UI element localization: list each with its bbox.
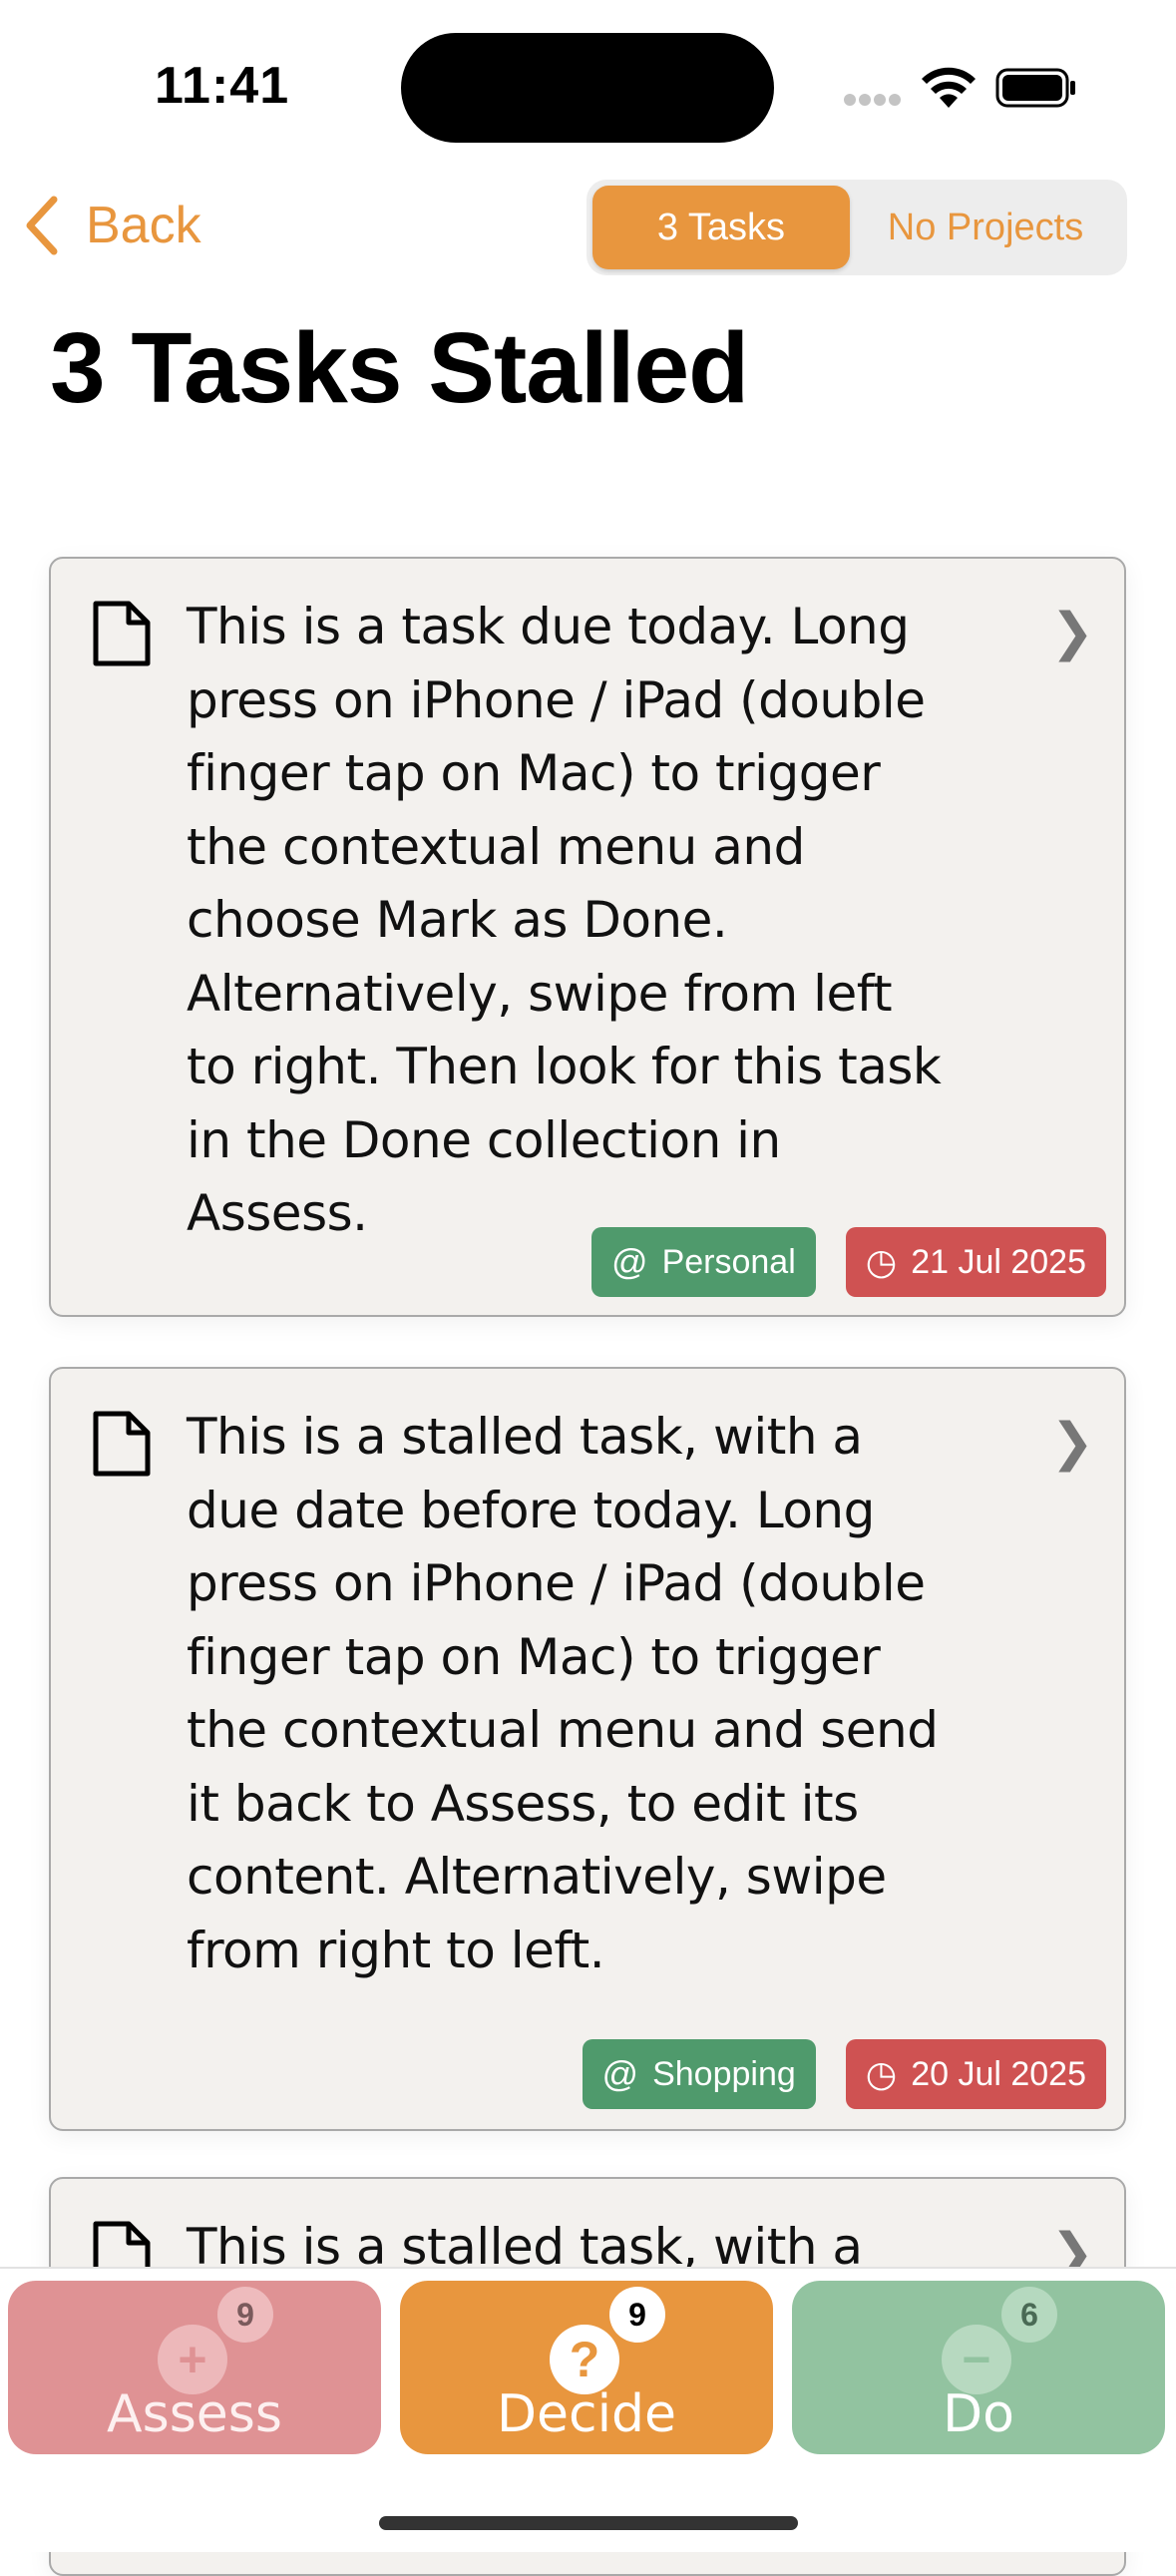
status-time: 11:41 [155,57,290,115]
due-date-label: 20 Jul 2025 [911,2054,1086,2093]
chevron-left-icon [26,196,58,255]
context-label: Shopping [652,2054,796,2093]
tab-decide[interactable]: 9 ? Decide [400,2281,773,2454]
dynamic-island [401,33,774,143]
context-tag[interactable]: @ Personal [591,1227,816,1297]
back-label: Back [86,197,201,254]
segment-tasks[interactable]: 3 Tasks [592,186,850,269]
due-date-tag[interactable]: ◷ 21 Jul 2025 [845,1227,1106,1297]
document-icon [93,601,151,666]
decide-count-badge: 9 [609,2287,665,2343]
task-card[interactable]: This is a stalled task, with a due date … [49,1367,1126,2131]
tab-do-label: Do [943,2384,1014,2444]
tab-do[interactable]: 6 − Do [792,2281,1165,2454]
context-tag[interactable]: @ Shopping [582,2039,816,2109]
tab-bar: 9 + Assess 9 ? Decide 6 − Do [0,2267,1176,2552]
wifi-icon [922,67,976,108]
cellular-signal-icon [844,93,904,111]
status-bar: 11:41 [0,0,1176,170]
chevron-right-icon: ❯ [1050,1413,1094,1473]
clock-icon: ◷ [865,1241,898,1282]
tab-assess-label: Assess [107,2384,282,2444]
assess-count-badge: 9 [217,2287,273,2343]
clock-icon: ◷ [865,2053,898,2094]
page-title: 3 Tasks Stalled [50,312,749,424]
back-button[interactable]: Back [24,196,201,255]
do-count-badge: 6 [1001,2287,1057,2343]
due-date-label: 21 Jul 2025 [911,1242,1086,1281]
view-segmented-control: 3 Tasks No Projects [587,180,1127,275]
task-card[interactable]: This is a task due today. Long press on … [49,557,1126,1317]
home-indicator[interactable] [379,2516,798,2530]
context-label: Personal [661,1242,796,1281]
segment-projects[interactable]: No Projects [850,186,1121,269]
battery-icon [995,68,1075,108]
task-text: This is a task due today. Long press on … [187,598,942,1242]
task-text: This is a stalled task, with a due date … [187,1408,939,1979]
tab-decide-label: Decide [496,2384,677,2444]
at-icon: @ [611,1241,648,1282]
navigation-bar: Back 3 Tasks No Projects [0,170,1176,309]
due-date-tag[interactable]: ◷ 20 Jul 2025 [845,2039,1106,2109]
at-icon: @ [601,2053,639,2094]
chevron-right-icon: ❯ [1050,603,1094,662]
document-icon [93,1411,151,1477]
tab-assess[interactable]: 9 + Assess [8,2281,381,2454]
